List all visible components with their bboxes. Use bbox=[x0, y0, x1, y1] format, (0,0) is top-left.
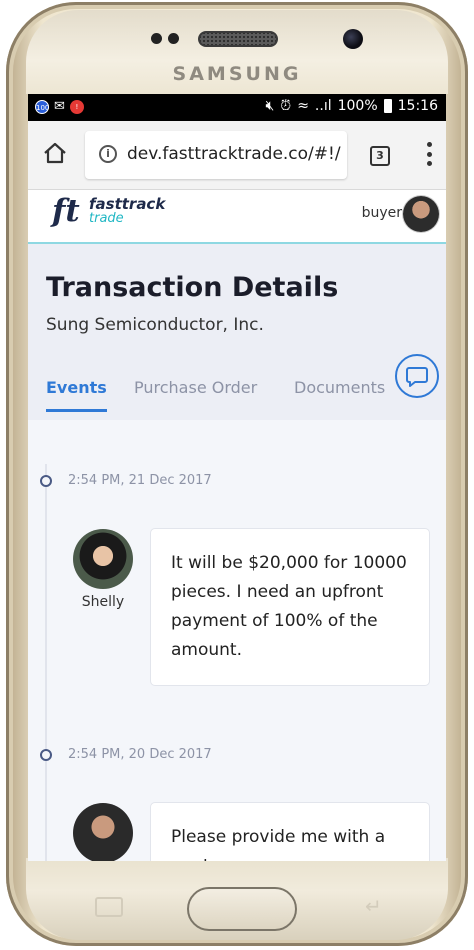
chat-button[interactable] bbox=[395, 354, 439, 398]
notification-badge-icon: 100 bbox=[35, 99, 49, 114]
user-avatar[interactable] bbox=[403, 196, 439, 232]
event-timestamp: 2:54 PM, 20 Dec 2017 bbox=[68, 747, 212, 762]
tab-documents[interactable]: Documents bbox=[294, 378, 385, 409]
tab-switcher-button[interactable]: 3 bbox=[370, 146, 390, 166]
light-sensor bbox=[168, 33, 179, 44]
tab-purchase-order[interactable]: Purchase Order bbox=[134, 378, 257, 409]
status-bar: 100 ✉ ! 🔇︎ ⏰︎ ≈ ..ıl 100% 15:16 bbox=[28, 94, 446, 121]
browser-menu-icon[interactable] bbox=[426, 142, 432, 166]
alarm-icon: ⏰︎ bbox=[280, 98, 292, 114]
company-name: Sung Semiconductor, Inc. bbox=[46, 315, 264, 335]
clock: 15:16 bbox=[397, 98, 438, 114]
device-brand: SAMSUNG bbox=[172, 63, 302, 85]
logo-subtitle: trade bbox=[89, 211, 124, 226]
timeline-dot bbox=[40, 749, 52, 761]
message-card: Please provide me with a quote... bbox=[150, 802, 430, 861]
logo-name: fasttrack bbox=[89, 195, 166, 213]
logo-icon[interactable]: ft bbox=[52, 193, 80, 229]
signal-icon: ..ıl bbox=[314, 98, 332, 114]
alert-icon: ! bbox=[69, 99, 84, 114]
proximity-sensor bbox=[151, 33, 162, 44]
mute-icon: 🔇︎ bbox=[265, 98, 275, 114]
battery-icon bbox=[383, 99, 392, 113]
avatar[interactable] bbox=[73, 529, 133, 589]
timeline-line bbox=[45, 464, 47, 861]
mail-icon: ✉ bbox=[54, 99, 65, 114]
browser-toolbar: i dev.fasttracktrade.co/#!/ 3 bbox=[28, 121, 446, 190]
recents-button[interactable] bbox=[95, 897, 123, 917]
back-button[interactable]: ↵ bbox=[365, 896, 391, 916]
address-bar[interactable]: i dev.fasttracktrade.co/#!/ bbox=[85, 131, 347, 179]
events-timeline: 2:54 PM, 21 Dec 2017 Shelly It will be $… bbox=[28, 420, 446, 861]
timeline-dot bbox=[40, 475, 52, 487]
home-button[interactable] bbox=[187, 887, 297, 931]
avatar[interactable] bbox=[73, 803, 133, 861]
info-icon[interactable]: i bbox=[99, 145, 117, 163]
user-role[interactable]: buyer bbox=[362, 205, 402, 221]
front-camera bbox=[343, 29, 363, 49]
wifi-icon: ≈ bbox=[297, 98, 309, 114]
url-text[interactable]: dev.fasttracktrade.co/#!/ bbox=[127, 144, 341, 164]
page-title: Transaction Details bbox=[46, 272, 339, 303]
tab-events[interactable]: Events bbox=[46, 378, 107, 412]
battery-percent: 100% bbox=[337, 98, 378, 114]
phone-screen: 100 ✉ ! 🔇︎ ⏰︎ ≈ ..ıl 100% 15:16 i dev.fa… bbox=[28, 94, 446, 861]
transaction-header: Transaction Details Sung Semiconductor, … bbox=[28, 244, 446, 420]
sender-name: Shelly bbox=[81, 594, 125, 610]
home-icon[interactable] bbox=[42, 140, 68, 166]
message-card: It will be $20,000 for 10000 pieces. I n… bbox=[150, 528, 430, 686]
earpiece-speaker bbox=[198, 31, 278, 47]
event-timestamp: 2:54 PM, 21 Dec 2017 bbox=[68, 473, 212, 488]
chat-bubble-icon bbox=[406, 367, 428, 387]
app-header: ft fasttrack trade buyer bbox=[28, 190, 446, 244]
